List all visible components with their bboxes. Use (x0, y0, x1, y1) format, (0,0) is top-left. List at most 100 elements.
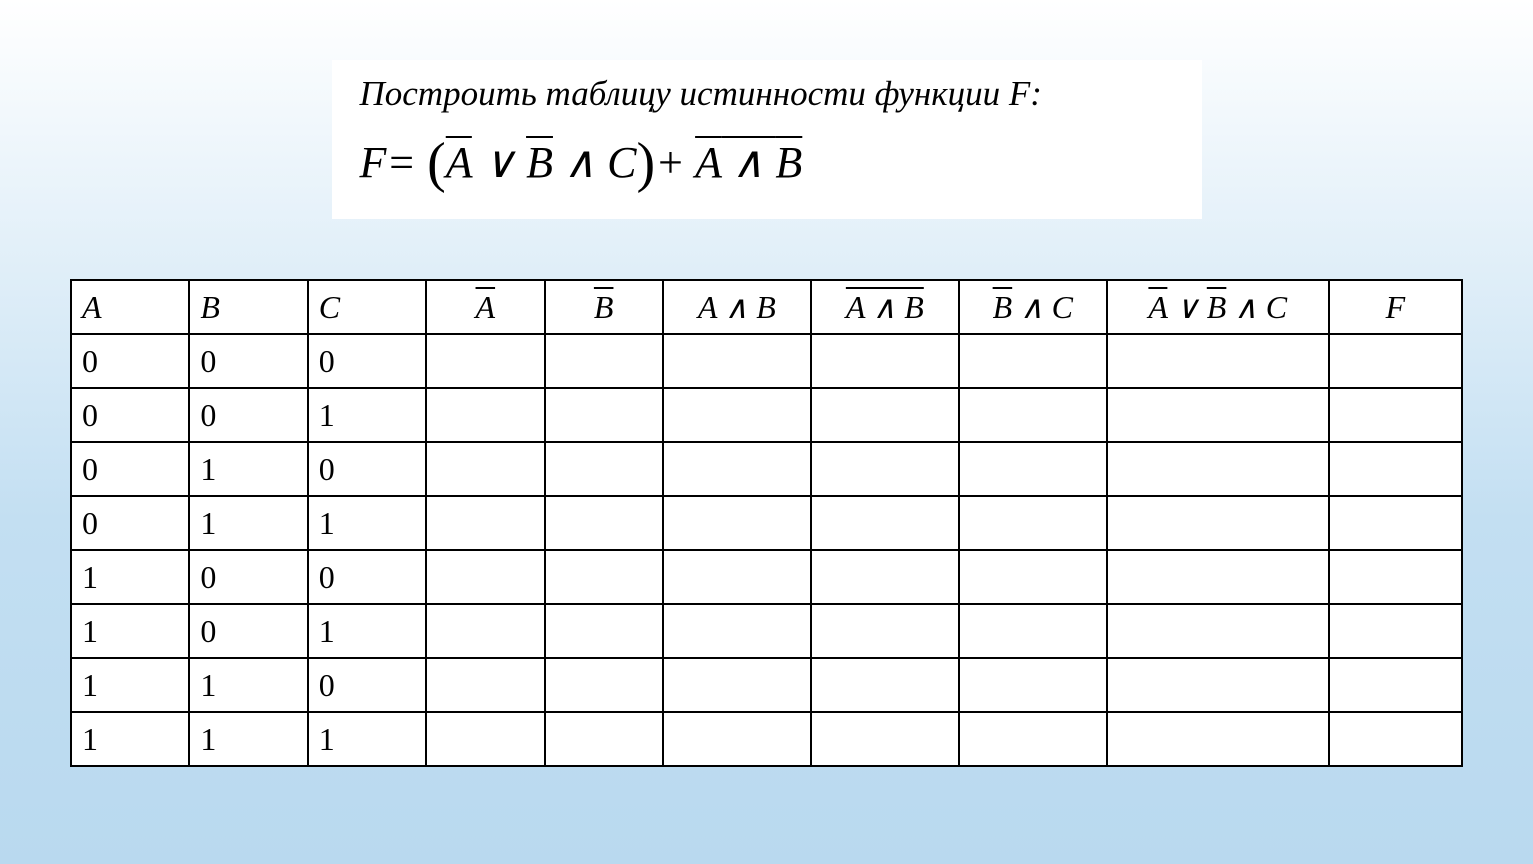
=: 000001010011100101110111 (71, 334, 1462, 766)
cell-notBandC (959, 496, 1107, 550)
cell-notB (545, 388, 663, 442)
cell-notA (426, 550, 544, 604)
cell-notBandC (959, 388, 1107, 442)
table-row: 101 (71, 604, 1462, 658)
cell-B: 0 (189, 388, 307, 442)
cell-B: 1 (189, 658, 307, 712)
table-row: 011 (71, 496, 1462, 550)
cell-AandB (663, 658, 811, 712)
table-row: 000 (71, 334, 1462, 388)
cell-notB (545, 604, 663, 658)
col-A: A (71, 280, 189, 334)
cell-F (1329, 496, 1462, 550)
col-expr: A ∨ B ∧ C (1107, 280, 1329, 334)
cell-C: 1 (308, 604, 426, 658)
cell-notBandC (959, 712, 1107, 766)
cell-expr (1107, 712, 1329, 766)
problem-statement-box: Построить таблицу истинности функции F: … (332, 60, 1202, 219)
cell-B: 0 (189, 334, 307, 388)
cell-F (1329, 712, 1462, 766)
cell-expr (1107, 496, 1329, 550)
cell-A: 0 (71, 496, 189, 550)
cell-AandB (663, 442, 811, 496)
cell-expr (1107, 388, 1329, 442)
cell-expr (1107, 442, 1329, 496)
table-row: 001 (71, 388, 1462, 442)
cell-notAandB (811, 658, 959, 712)
cell-F (1329, 388, 1462, 442)
col-F: F (1329, 280, 1462, 334)
cell-notA (426, 334, 544, 388)
slide: Построить таблицу истинности функции F: … (0, 0, 1533, 864)
cell-C: 0 (308, 442, 426, 496)
cell-notAandB (811, 388, 959, 442)
table-row: 111 (71, 712, 1462, 766)
cell-notA (426, 496, 544, 550)
table-row: 100 (71, 550, 1462, 604)
cell-notB (545, 442, 663, 496)
cell-notB (545, 550, 663, 604)
cell-notAandB (811, 442, 959, 496)
cell-A: 1 (71, 604, 189, 658)
cell-C: 1 (308, 388, 426, 442)
cell-C: 1 (308, 712, 426, 766)
cell-B: 0 (189, 550, 307, 604)
col-notB: B (545, 280, 663, 334)
formula: F= (A ∨ B ∧ C)+ A ∧ B (360, 122, 1174, 198)
cell-C: 0 (308, 658, 426, 712)
cell-notB (545, 658, 663, 712)
cell-F (1329, 442, 1462, 496)
col-not-AandB: A ∧ B (811, 280, 959, 334)
cell-notAandB (811, 712, 959, 766)
cell-notAandB (811, 334, 959, 388)
cell-notAandB (811, 550, 959, 604)
problem-prompt: Построить таблицу истинности функции F: (360, 72, 1174, 116)
cell-notAandB (811, 496, 959, 550)
cell-AandB (663, 496, 811, 550)
cell-AandB (663, 550, 811, 604)
cell-F (1329, 658, 1462, 712)
cell-F (1329, 604, 1462, 658)
cell-A: 0 (71, 334, 189, 388)
cell-A: 1 (71, 550, 189, 604)
cell-B: 0 (189, 604, 307, 658)
cell-notA (426, 712, 544, 766)
cell-notBandC (959, 334, 1107, 388)
cell-notB (545, 334, 663, 388)
cell-A: 1 (71, 658, 189, 712)
col-AandB: A ∧ B (663, 280, 811, 334)
col-notA: A (426, 280, 544, 334)
cell-notBandC (959, 658, 1107, 712)
cell-C: 0 (308, 550, 426, 604)
table-row: 010 (71, 442, 1462, 496)
table-header: A B C A B A ∧ B A ∧ B B ∧ C A ∨ B ∧ C F (71, 280, 1462, 334)
cell-notBandC (959, 442, 1107, 496)
col-B: B (189, 280, 307, 334)
cell-notA (426, 442, 544, 496)
cell-AandB (663, 712, 811, 766)
col-notB-and-C: B ∧ C (959, 280, 1107, 334)
col-C: C (308, 280, 426, 334)
cell-AandB (663, 604, 811, 658)
cell-expr (1107, 334, 1329, 388)
cell-notB (545, 496, 663, 550)
cell-AandB (663, 334, 811, 388)
cell-notAandB (811, 604, 959, 658)
cell-A: 0 (71, 388, 189, 442)
cell-F (1329, 334, 1462, 388)
cell-expr (1107, 658, 1329, 712)
cell-B: 1 (189, 712, 307, 766)
cell-expr (1107, 604, 1329, 658)
truth-table: A B C A B A ∧ B A ∧ B B ∧ C A ∨ B ∧ C F … (70, 279, 1463, 767)
cell-A: 1 (71, 712, 189, 766)
cell-A: 0 (71, 442, 189, 496)
cell-notB (545, 712, 663, 766)
cell-notA (426, 604, 544, 658)
cell-B: 1 (189, 496, 307, 550)
cell-C: 1 (308, 496, 426, 550)
table-row: 110 (71, 658, 1462, 712)
cell-notBandC (959, 550, 1107, 604)
cell-B: 1 (189, 442, 307, 496)
cell-C: 0 (308, 334, 426, 388)
cell-F (1329, 550, 1462, 604)
